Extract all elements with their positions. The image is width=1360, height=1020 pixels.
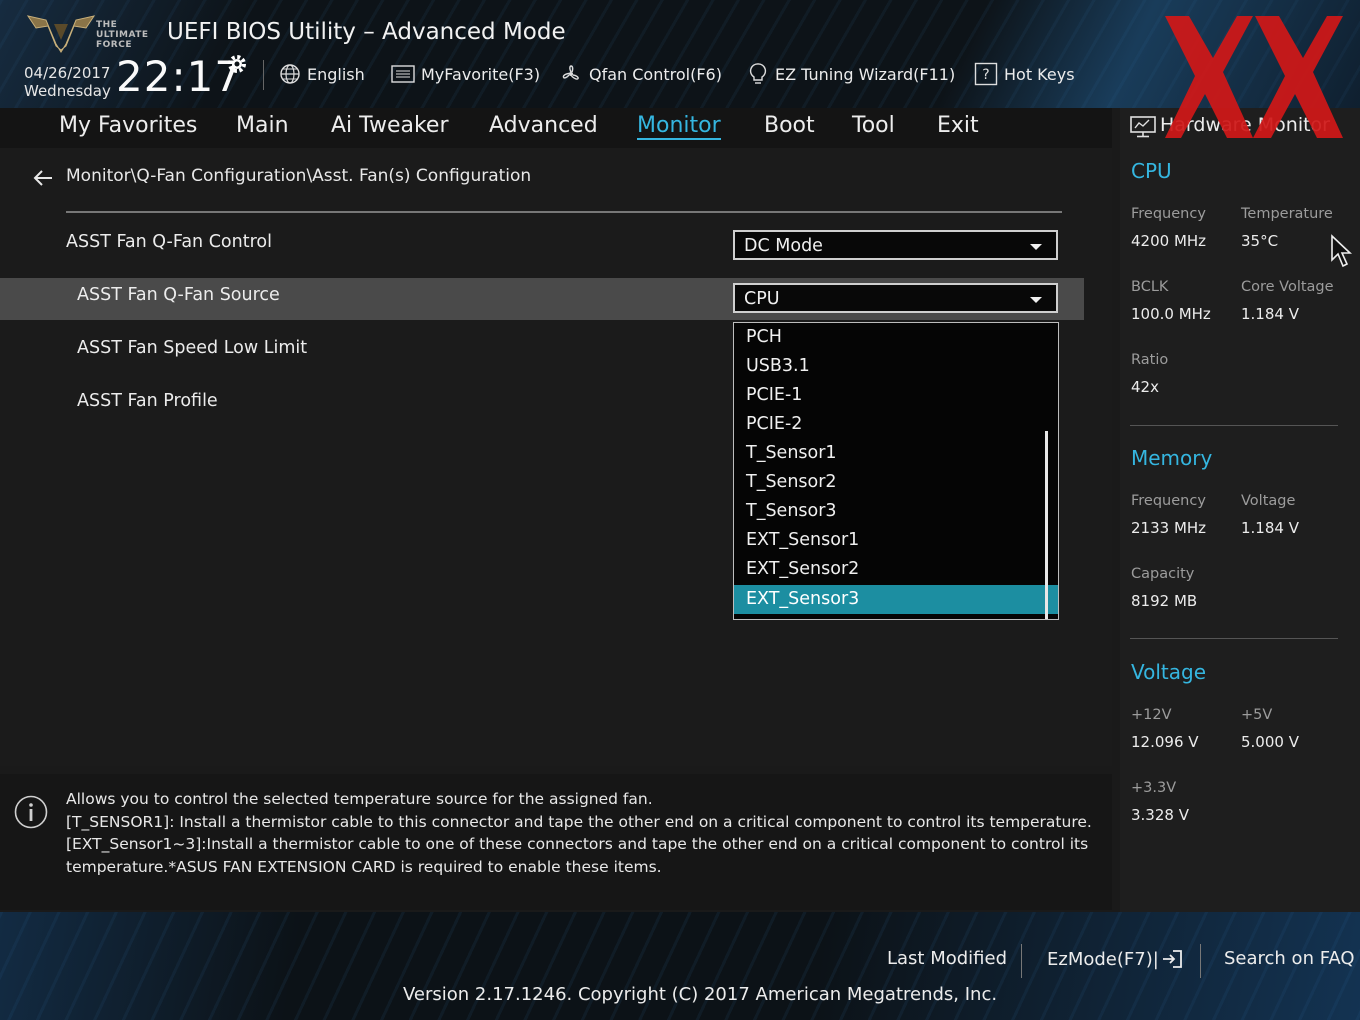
voltage-3v3-value: 3.328 V — [1131, 806, 1189, 824]
setting-label-qfan-control: ASST Fan Q-Fan Control — [66, 232, 272, 252]
voltage-5v-value: 5.000 V — [1241, 733, 1299, 751]
dropdown-option[interactable]: PCIE-1 — [734, 381, 1044, 410]
qfan-control-button[interactable]: Qfan Control(F6) — [559, 60, 722, 88]
hw-divider — [1130, 638, 1338, 639]
watermark-logo-icon — [1165, 16, 1343, 138]
search-faq-button[interactable]: Search on FAQ — [1224, 948, 1355, 969]
tuf-logo-icon — [26, 15, 96, 53]
dropdown-option[interactable]: EXT_Sensor2 — [734, 555, 1044, 584]
info-icon — [14, 795, 48, 829]
dropdown-option[interactable]: T_Sensor1 — [734, 439, 1044, 468]
cpu-ratio-value: 42x — [1131, 378, 1159, 396]
tab-main[interactable]: Main — [236, 113, 289, 138]
back-arrow-icon[interactable] — [32, 168, 54, 188]
version-text: Version 2.17.1246. Copyright (C) 2017 Am… — [403, 984, 998, 1005]
tab-tool[interactable]: Tool — [852, 113, 895, 138]
hw-label: Ratio — [1131, 352, 1169, 368]
logo-text: THE ULTIMATE FORCE — [96, 20, 149, 50]
dropdown-option[interactable]: T_Sensor2 — [734, 468, 1044, 497]
footer-divider — [1200, 944, 1201, 978]
voltage-12v-value: 12.096 V — [1131, 733, 1199, 751]
ezmode-button[interactable]: EzMode(F7)| — [1047, 948, 1183, 970]
hw-label: Frequency — [1131, 493, 1206, 509]
ez-tuning-wizard-button[interactable]: EZ Tuning Wizard(F11) — [747, 60, 955, 88]
help-key-icon: ? — [974, 62, 998, 86]
hw-label: +5V — [1241, 707, 1273, 723]
monitor-icon — [1130, 116, 1156, 138]
dropdown-option[interactable]: PCH — [734, 323, 1044, 352]
hw-divider — [1130, 425, 1338, 426]
setting-label-speed-low-limit[interactable]: ASST Fan Speed Low Limit — [77, 338, 307, 358]
cpu-bclk-value: 100.0 MHz — [1131, 305, 1211, 323]
language-button[interactable]: English — [279, 60, 365, 88]
tab-advanced[interactable]: Advanced — [489, 113, 598, 138]
favorite-list-icon — [391, 65, 415, 83]
last-modified-button[interactable]: Last Modified — [887, 948, 1007, 969]
tab-my-favorites[interactable]: My Favorites — [59, 113, 197, 138]
tab-monitor[interactable]: Monitor — [637, 113, 721, 140]
dropdown-option-highlighted[interactable]: EXT_Sensor3 — [734, 585, 1058, 614]
fan-icon — [562, 65, 579, 80]
hw-memory-heading: Memory — [1131, 446, 1213, 470]
hw-label: Core Voltage — [1241, 279, 1334, 295]
cpu-frequency-value: 4200 MHz — [1131, 232, 1207, 250]
globe-icon — [280, 64, 300, 84]
qfan-control-select[interactable]: DC Mode — [733, 230, 1058, 260]
tab-boot[interactable]: Boot — [764, 113, 815, 138]
hw-label: Capacity — [1131, 566, 1195, 582]
dropdown-option[interactable]: USB3.1 — [734, 352, 1044, 381]
hw-voltage-heading: Voltage — [1131, 660, 1207, 684]
exit-arrow-icon — [1162, 950, 1182, 968]
qfan-source-select[interactable]: CPU — [733, 283, 1058, 313]
setting-label-fan-profile[interactable]: ASST Fan Profile — [77, 391, 218, 411]
hot-keys-button[interactable]: ? Hot Keys — [974, 60, 1075, 88]
tab-ai-tweaker[interactable]: Ai Tweaker — [331, 113, 449, 138]
clock-display: 22:17 — [116, 52, 243, 101]
divider — [66, 211, 1062, 213]
memory-voltage-value: 1.184 V — [1241, 519, 1299, 537]
hw-label: +12V — [1131, 707, 1172, 723]
cpu-core-voltage-value: 1.184 V — [1241, 305, 1299, 323]
chevron-down-icon — [1030, 244, 1042, 250]
gear-icon[interactable] — [225, 52, 249, 76]
chevron-down-icon — [1030, 297, 1042, 303]
dropdown-scrollbar[interactable] — [1045, 431, 1048, 619]
hw-label: Temperature — [1241, 206, 1333, 222]
myfavorite-button[interactable]: MyFavorite(F3) — [391, 60, 540, 88]
tab-exit[interactable]: Exit — [937, 113, 979, 138]
hw-cpu-heading: CPU — [1131, 159, 1172, 183]
footer-divider — [1021, 944, 1022, 978]
breadcrumb: Monitor\Q-Fan Configuration\Asst. Fan(s)… — [66, 166, 532, 186]
memory-frequency-value: 2133 MHz — [1131, 519, 1207, 537]
mouse-cursor-icon — [1331, 234, 1353, 268]
date-display: 04/26/2017 Wednesday — [24, 64, 111, 100]
source-dropdown-list: PCH USB3.1 PCIE-1 PCIE-2 T_Sensor1 T_Sen… — [733, 322, 1059, 620]
header-divider — [263, 60, 264, 90]
svg-text:?: ? — [982, 67, 989, 83]
memory-capacity-value: 8192 MB — [1131, 592, 1198, 610]
hw-label: Frequency — [1131, 206, 1206, 222]
dropdown-option[interactable]: PCIE-2 — [734, 410, 1044, 439]
hw-label: +3.3V — [1131, 780, 1177, 796]
cpu-temperature-value: 35°C — [1241, 232, 1279, 250]
dropdown-option[interactable]: T_Sensor3 — [734, 497, 1044, 526]
dropdown-option[interactable]: EXT_Sensor1 — [734, 526, 1044, 555]
app-title: UEFI BIOS Utility – Advanced Mode — [167, 19, 566, 45]
hw-label: Voltage — [1241, 493, 1296, 509]
lightbulb-icon — [749, 63, 767, 84]
help-text: Allows you to control the selected tempe… — [66, 790, 1092, 876]
hw-label: BCLK — [1131, 279, 1169, 295]
setting-label-qfan-source: ASST Fan Q-Fan Source — [77, 285, 280, 305]
